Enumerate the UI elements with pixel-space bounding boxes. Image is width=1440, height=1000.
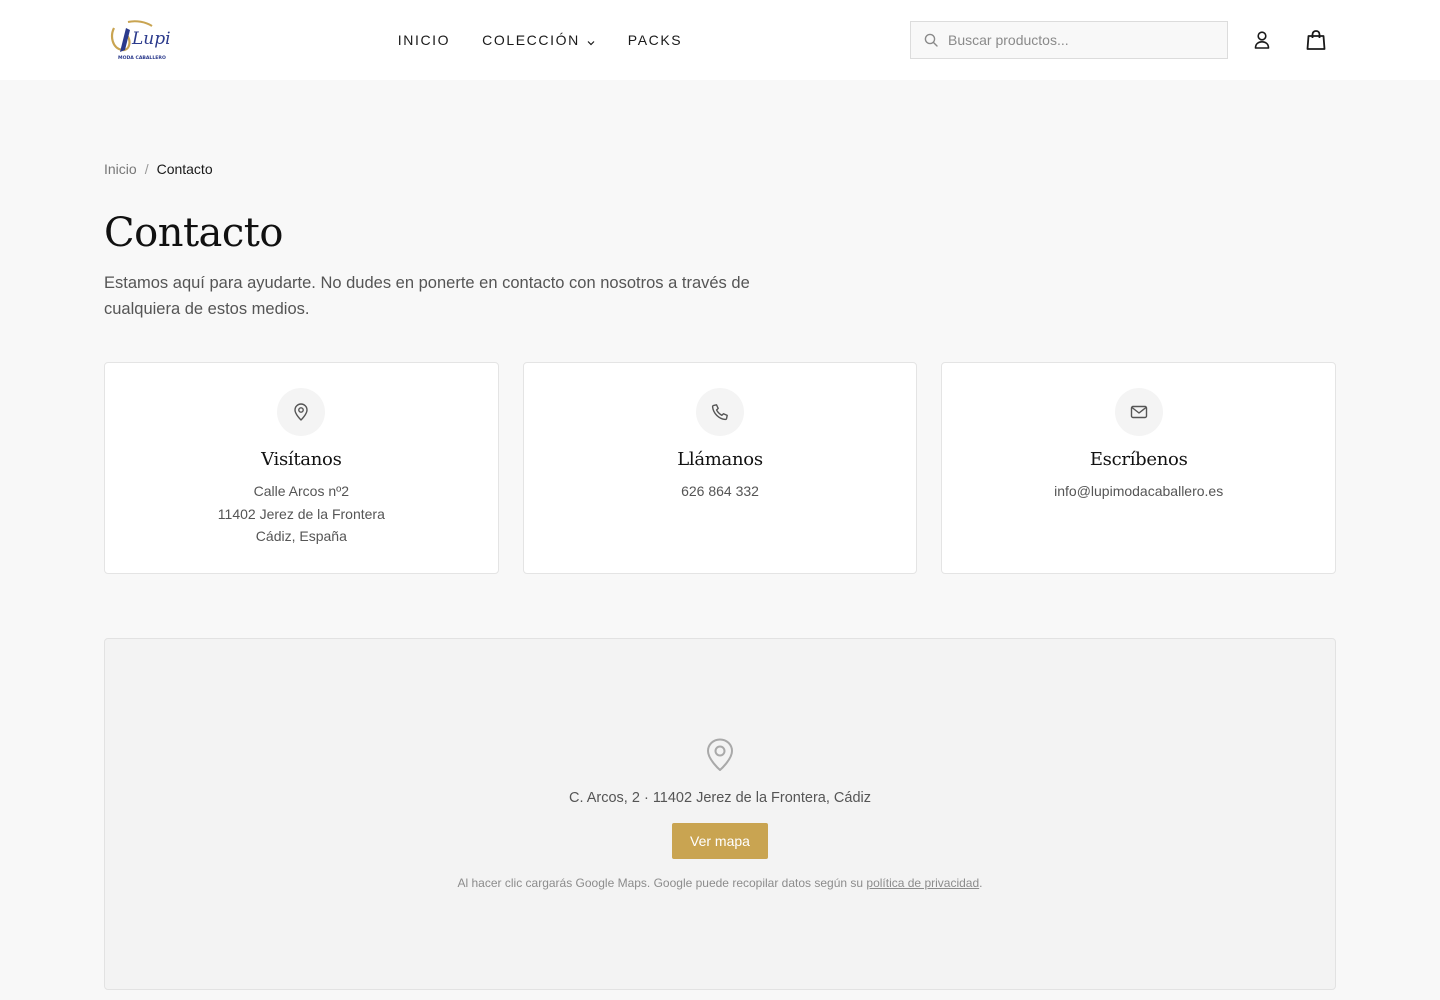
- map-note-suffix: .: [979, 876, 983, 890]
- address-line: Calle Arcos nº2: [253, 483, 350, 499]
- nav-item-label: COLECCIÓN: [482, 32, 580, 48]
- page-title: Contacto: [104, 210, 283, 256]
- search-input[interactable]: [948, 32, 1218, 48]
- breadcrumb-home-link[interactable]: Inicio: [104, 161, 137, 177]
- contact-card-email: Escríbenos info@lupimodacaballero.es: [941, 362, 1337, 574]
- nav-item-inicio[interactable]: INICIO: [398, 32, 450, 48]
- view-map-button[interactable]: Ver mapa: [672, 823, 768, 859]
- map-pin-icon: [703, 737, 737, 773]
- nav-item-packs[interactable]: PACKS: [628, 32, 682, 48]
- card-phone: 626 864 332: [681, 480, 759, 503]
- page-intro: Estamos aquí para ayudarte. No dudes en …: [104, 274, 750, 318]
- search-box[interactable]: [910, 21, 1228, 59]
- card-title: Llámanos: [677, 449, 763, 470]
- contact-cards: Visítanos Calle Arcos nº2 11402 Jerez de…: [104, 362, 1337, 574]
- contact-card-call: Llámanos 626 864 332: [522, 362, 918, 574]
- map-note-text: Al hacer clic cargarás Google Maps. Goog…: [457, 876, 867, 890]
- nav-item-label: INICIO: [397, 32, 451, 48]
- breadcrumb-separator: /: [144, 161, 149, 177]
- breadcrumb-current: Contacto: [156, 161, 213, 177]
- phone-icon: [696, 388, 744, 436]
- address-line: Cádiz, España: [255, 528, 347, 544]
- shopping-bag-icon[interactable]: [1304, 28, 1328, 52]
- user-icon[interactable]: [1250, 28, 1274, 52]
- map-consent-note: Al hacer clic cargarás Google Maps. Goog…: [458, 876, 983, 890]
- privacy-policy-link[interactable]: política de privacidad: [866, 876, 979, 890]
- address-line: 11402 Jerez de la Frontera: [217, 505, 385, 522]
- map-address: C. Arcos, 2 · 11402 Jerez de la Frontera…: [569, 790, 871, 806]
- email-link[interactable]: info@lupimodacaballero.es: [1054, 480, 1223, 503]
- contact-card-visit: Visítanos Calle Arcos nº2 11402 Jerez de…: [104, 362, 499, 574]
- card-address: Calle Arcos nº2 11402 Jerez de la Fronte…: [218, 480, 385, 548]
- card-title: Escríbenos: [1089, 449, 1188, 470]
- phone-number-link[interactable]: 626 864 332: [681, 480, 759, 503]
- card-email: info@lupimodacaballero.es: [1054, 480, 1223, 503]
- nav-item-coleccion[interactable]: COLECCIÓN: [482, 32, 596, 48]
- mail-icon: [1114, 388, 1163, 436]
- site-header: Lupi MODA CABALLERO INICIO COLECCIÓN PAC…: [0, 0, 1440, 80]
- search-icon: [923, 32, 939, 48]
- breadcrumb: Inicio / Contacto: [104, 161, 213, 177]
- nav-item-label: PACKS: [627, 32, 683, 48]
- map-pin-icon: [277, 388, 326, 436]
- chevron-down-icon: [586, 35, 596, 46]
- map-placeholder: C. Arcos, 2 · 11402 Jerez de la Frontera…: [104, 638, 1336, 990]
- card-title: Visítanos: [261, 449, 342, 470]
